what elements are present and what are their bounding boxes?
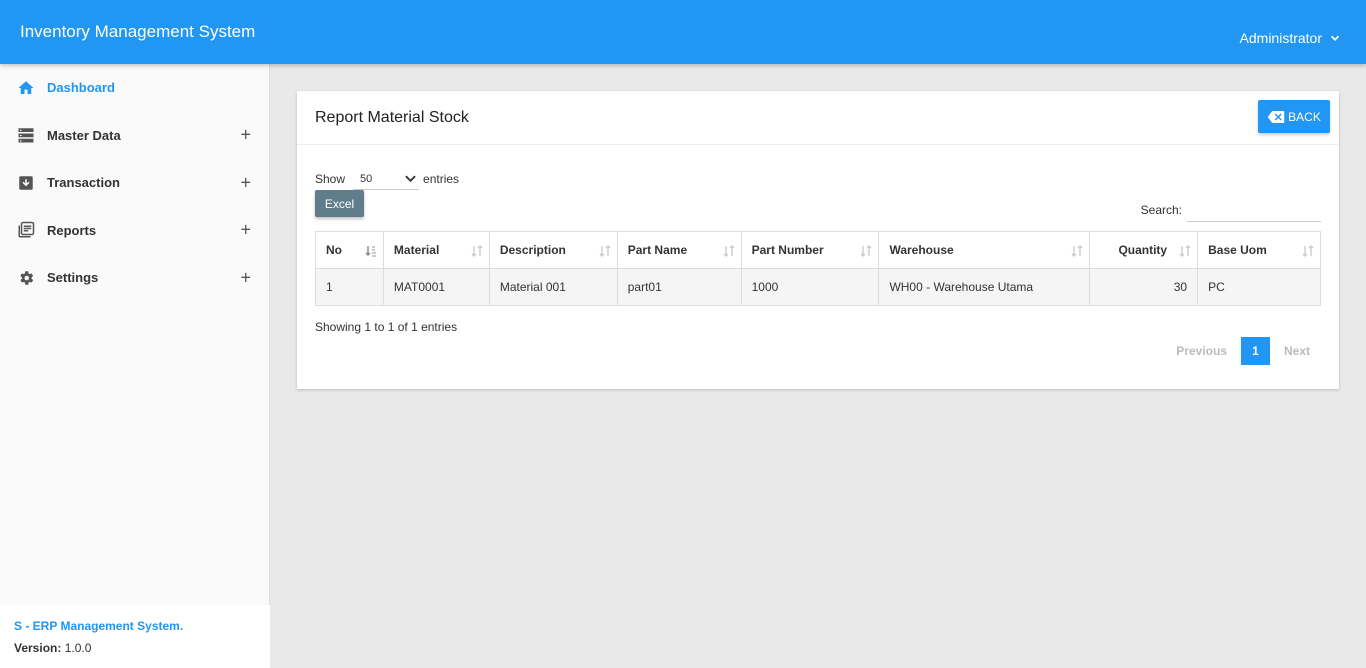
brand-dot: .	[179, 619, 184, 633]
version-label: Version:	[14, 641, 62, 655]
archive-icon	[16, 173, 36, 193]
sort-icon	[599, 245, 611, 257]
table-search: Search:	[1141, 197, 1321, 222]
show-entries: Show 50 entries	[315, 168, 459, 190]
entries-value: 50	[360, 172, 373, 185]
header-label: Material	[393, 243, 440, 257]
header-label: Part Number	[751, 243, 824, 257]
column-header-quantity[interactable]: Quantity	[1089, 231, 1199, 269]
sidebar-item-reports[interactable]: Reports +	[0, 207, 269, 255]
user-name: Administrator	[1239, 30, 1322, 46]
stock-table: No Material Description Part Name Part N…	[315, 231, 1321, 306]
sort-icon	[471, 245, 483, 257]
show-label: Show	[315, 172, 346, 186]
cell-part-name: part01	[616, 268, 742, 306]
header-label: Description	[499, 243, 566, 257]
entries-label: entries	[423, 172, 460, 186]
chevron-down-icon	[1330, 35, 1340, 41]
library-books-icon	[16, 220, 36, 240]
table-header-row: No Material Description Part Name Part N…	[315, 231, 1321, 269]
sort-icon	[1179, 245, 1191, 257]
sort-icon	[860, 245, 872, 257]
table-info: Showing 1 to 1 of 1 entries	[315, 320, 458, 334]
column-header-warehouse[interactable]: Warehouse	[878, 231, 1091, 269]
header-label: Quantity	[1118, 243, 1168, 257]
header-label: Part Name	[627, 243, 688, 257]
user-menu[interactable]: Administrator	[1240, 30, 1342, 46]
version-value: 1.0.0	[64, 641, 92, 655]
sidebar-item-settings[interactable]: Settings +	[0, 254, 269, 302]
table-row[interactable]: 1 MAT0001 Material 001 part01 1000 WH00 …	[315, 268, 1321, 306]
column-header-description[interactable]: Description	[488, 231, 618, 269]
header-label: Base Uom	[1208, 243, 1267, 257]
next-page-button[interactable]: Next	[1273, 344, 1321, 358]
entries-select[interactable]: 50	[353, 168, 420, 190]
gear-icon	[16, 268, 36, 288]
sort-icon	[723, 245, 735, 257]
cell-material: MAT0001	[382, 268, 490, 306]
search-input[interactable]	[1187, 197, 1321, 222]
column-header-base-uom[interactable]: Base Uom	[1197, 231, 1321, 269]
previous-page-button[interactable]: Previous	[1165, 344, 1238, 358]
cell-description: Material 001	[488, 268, 618, 306]
cell-no: 1	[315, 268, 384, 306]
cell-base-uom: PC	[1197, 268, 1321, 306]
search-label: Search:	[1140, 202, 1182, 217]
expand-icon[interactable]: +	[240, 220, 251, 241]
sidebar-item-label: Settings	[47, 270, 99, 286]
column-header-no[interactable]: No	[315, 231, 384, 269]
cell-quantity: 30	[1089, 268, 1199, 306]
expand-icon[interactable]: +	[240, 267, 251, 288]
footer-brand: S - ERP Management System.	[14, 619, 256, 633]
report-card: Report Material Stock BACK Show 50 entri…	[297, 91, 1339, 389]
back-button-label: BACK	[1288, 109, 1321, 124]
sidebar-item-transaction[interactable]: Transaction +	[0, 159, 269, 207]
sidebar-item-master-data[interactable]: Master Data +	[0, 112, 269, 160]
column-header-material[interactable]: Material	[382, 231, 490, 269]
page-1-button[interactable]: 1	[1240, 337, 1270, 365]
pagination: Previous 1 Next	[1165, 337, 1321, 365]
excel-export-button[interactable]: Excel	[315, 190, 364, 217]
back-button[interactable]: BACK	[1258, 100, 1330, 133]
top-app-bar: Inventory Management System Administrato…	[0, 0, 1366, 64]
sidebar-item-label: Reports	[47, 222, 97, 238]
version-line: Version: 1.0.0	[14, 641, 256, 655]
sidebar-footer: S - ERP Management System. Version: 1.0.…	[0, 605, 270, 668]
expand-icon[interactable]: +	[240, 172, 251, 193]
column-header-part-number[interactable]: Part Number	[740, 231, 880, 269]
backspace-icon	[1267, 110, 1285, 123]
sort-icon	[1071, 245, 1083, 257]
header-label: Warehouse	[889, 243, 954, 257]
server-icon	[16, 125, 36, 145]
header-label: No	[326, 243, 342, 257]
home-icon	[16, 78, 36, 98]
sidebar-item-dashboard[interactable]: Dashboard	[0, 64, 269, 112]
cell-warehouse: WH00 - Warehouse Utama	[878, 268, 1091, 306]
column-header-part-name[interactable]: Part Name	[616, 231, 742, 269]
app-title[interactable]: Inventory Management System	[20, 22, 255, 42]
sort-icon	[1302, 245, 1314, 257]
brand-name[interactable]: S - ERP Management System	[14, 619, 180, 633]
sidebar-item-label: Transaction	[47, 175, 120, 191]
page-title: Report Material Stock	[315, 109, 469, 126]
cell-part-number: 1000	[740, 268, 880, 306]
sort-asc-icon	[365, 246, 376, 257]
expand-icon[interactable]: +	[240, 125, 251, 146]
sidebar-item-label: Master Data	[47, 127, 121, 143]
sidebar: Dashboard Master Data + Transaction + Re…	[0, 64, 270, 668]
sidebar-item-label: Dashboard	[47, 80, 115, 96]
card-header: Report Material Stock BACK	[297, 91, 1339, 145]
chevron-down-icon	[405, 175, 416, 183]
